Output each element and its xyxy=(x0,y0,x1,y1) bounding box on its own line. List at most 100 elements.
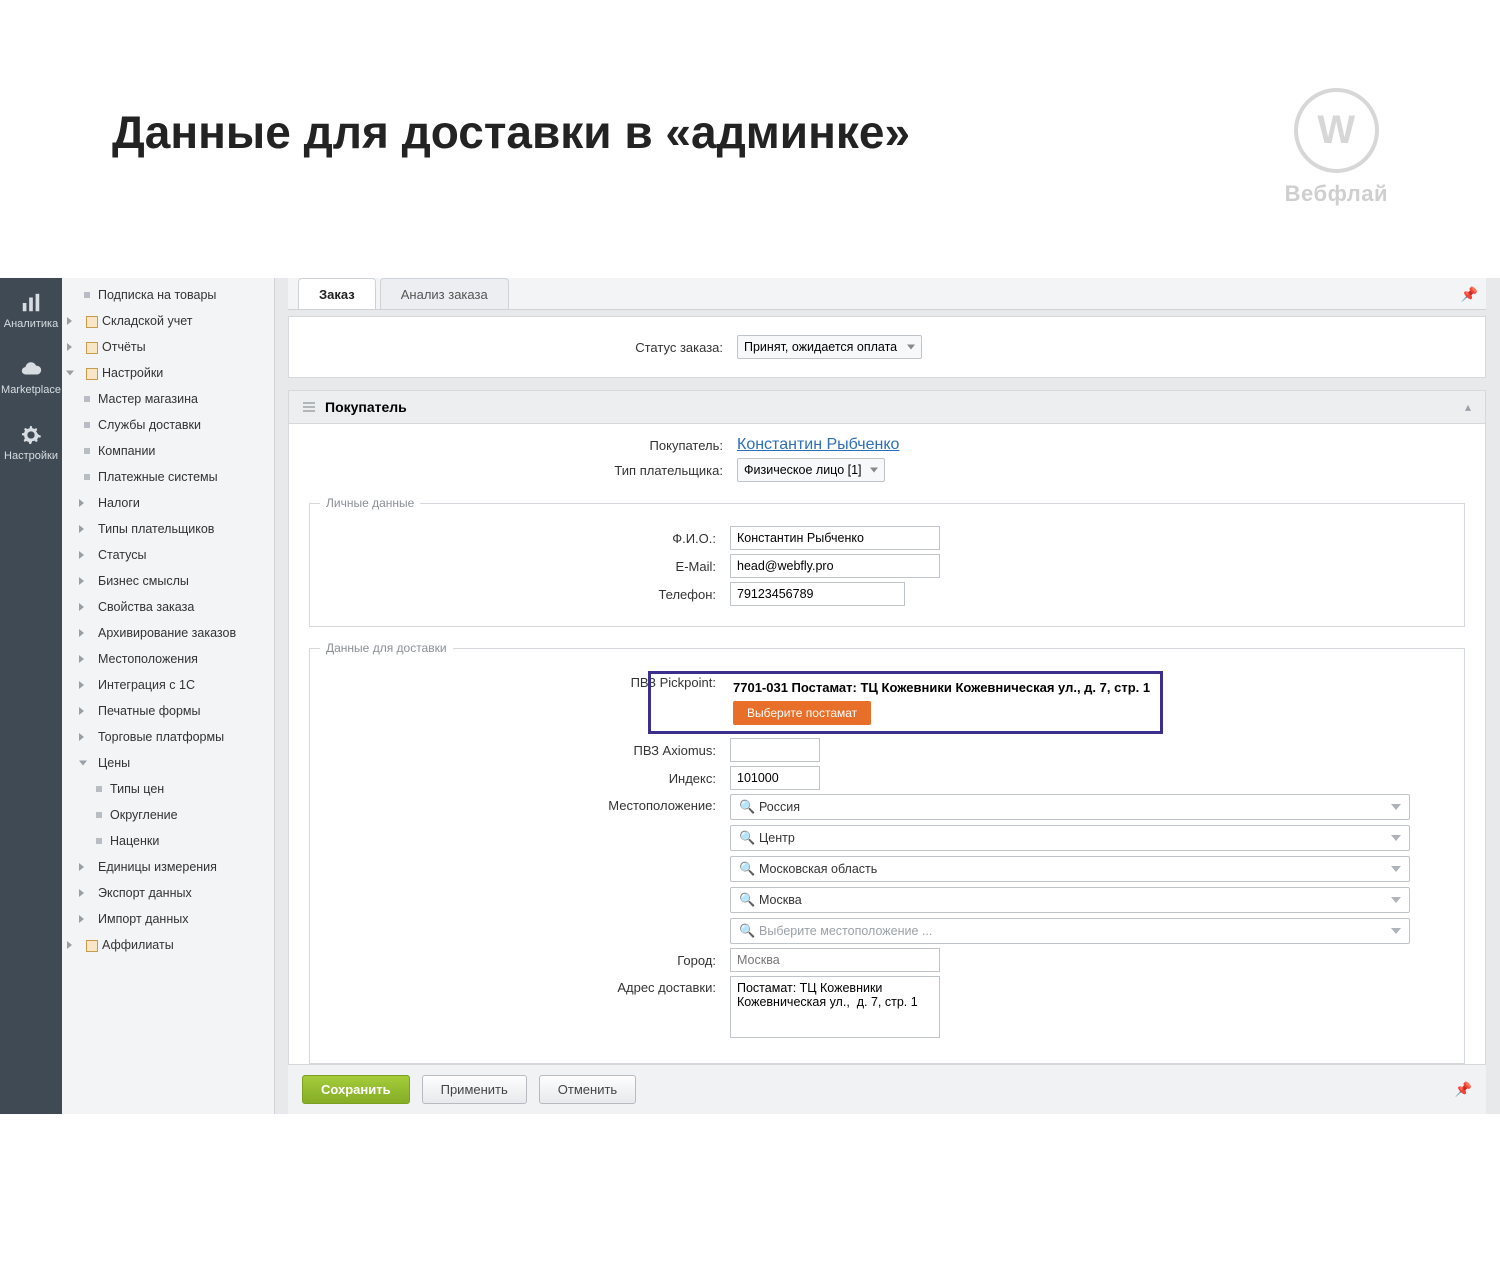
payer-type-label: Тип плательщика: xyxy=(309,463,737,478)
location-select-1[interactable]: 🔍Центр xyxy=(730,825,1410,851)
location-select-3[interactable]: 🔍Москва xyxy=(730,887,1410,913)
sidebar-label: Статусы xyxy=(98,548,147,562)
axiomus-input[interactable] xyxy=(730,738,820,762)
loc-text: Выберите местоположение ... xyxy=(759,924,932,938)
search-icon: 🔍 xyxy=(739,892,755,908)
sidebar-item-1c[interactable]: Интеграция с 1С xyxy=(62,672,274,698)
folder-icon xyxy=(86,368,98,380)
brand-name: Вебфлай xyxy=(1285,181,1388,207)
buyer-name-link[interactable]: Константин Рыбченко xyxy=(737,436,899,453)
fio-input[interactable] xyxy=(730,526,940,550)
sidebar-item-price-types[interactable]: Типы цен xyxy=(62,776,274,802)
sidebar-item-reports[interactable]: Отчёты xyxy=(62,334,274,360)
sidebar-label: Архивирование заказов xyxy=(98,626,236,640)
sidebar-label: Экспорт данных xyxy=(98,886,192,900)
location-label: Местоположение: xyxy=(320,794,730,813)
sidebar-item-payment-systems[interactable]: Платежные системы xyxy=(62,464,274,490)
email-label: E-Mail: xyxy=(320,559,730,574)
location-select-2[interactable]: 🔍Московская область xyxy=(730,856,1410,882)
rail-marketplace[interactable]: Marketplace xyxy=(0,344,62,410)
sidebar-item-subscription[interactable]: Подписка на товары xyxy=(62,282,274,308)
sidebar-item-wizard[interactable]: Мастер магазина xyxy=(62,386,274,412)
sidebar-item-order-props[interactable]: Свойства заказа xyxy=(62,594,274,620)
sidebar: Подписка на товары Складской учет Отчёты… xyxy=(62,278,275,1114)
index-label: Индекс: xyxy=(320,771,730,786)
sidebar-item-companies[interactable]: Компании xyxy=(62,438,274,464)
sidebar-item-delivery-services[interactable]: Службы доставки xyxy=(62,412,274,438)
sidebar-label: Импорт данных xyxy=(98,912,188,926)
apply-button[interactable]: Применить xyxy=(422,1075,527,1104)
sidebar-item-print-forms[interactable]: Печатные формы xyxy=(62,698,274,724)
payer-type-value: Физическое лицо [1] xyxy=(744,463,862,477)
folder-icon xyxy=(86,940,98,952)
sidebar-label: Службы доставки xyxy=(98,418,201,432)
logo-letter: W xyxy=(1317,108,1355,153)
sidebar-item-locations[interactable]: Местоположения xyxy=(62,646,274,672)
collapse-icon[interactable]: ▴ xyxy=(1465,400,1471,414)
pin-icon[interactable]: 📌 xyxy=(1461,286,1478,303)
sidebar-item-markup[interactable]: Наценки xyxy=(62,828,274,854)
city-input[interactable] xyxy=(730,948,940,972)
buyer-section-header[interactable]: Покупатель ▴ xyxy=(288,390,1486,423)
sidebar-item-rounding[interactable]: Округление xyxy=(62,802,274,828)
sidebar-item-taxes[interactable]: Налоги xyxy=(62,490,274,516)
sidebar-label: Цены xyxy=(98,756,130,770)
status-select[interactable]: Принят, ожидается оплата xyxy=(737,335,922,359)
folder-icon xyxy=(86,342,98,354)
phone-label: Телефон: xyxy=(320,587,730,602)
search-icon: 🔍 xyxy=(739,861,755,877)
gear-icon xyxy=(20,424,42,446)
choose-postamat-button[interactable]: Выберите постамат xyxy=(733,701,871,725)
bar-chart-icon xyxy=(20,292,42,314)
tab-order[interactable]: Заказ xyxy=(298,278,376,309)
sidebar-item-settings[interactable]: Настройки xyxy=(62,360,274,386)
pickpoint-highlight: 7701-031 Постамат: ТЦ Кожевники Кожевнич… xyxy=(648,671,1163,734)
status-label: Статус заказа: xyxy=(309,340,737,355)
slide-title: Данные для доставки в «админке» xyxy=(112,105,910,159)
rail-settings-label: Настройки xyxy=(4,450,58,462)
location-select-placeholder[interactable]: 🔍Выберите местоположение ... xyxy=(730,918,1410,944)
axiomus-label: ПВЗ Axiomus: xyxy=(320,743,730,758)
payer-type-select[interactable]: Физическое лицо [1] xyxy=(737,458,885,482)
pin-icon[interactable]: 📌 xyxy=(1455,1081,1472,1098)
sidebar-item-warehouse[interactable]: Складской учет xyxy=(62,308,274,334)
location-select-0[interactable]: 🔍Россия xyxy=(730,794,1410,820)
sidebar-label: Налоги xyxy=(98,496,140,510)
cancel-button[interactable]: Отменить xyxy=(539,1075,636,1104)
sidebar-label: Интеграция с 1С xyxy=(98,678,195,692)
sidebar-item-business-meanings[interactable]: Бизнес смыслы xyxy=(62,568,274,594)
sidebar-label: Платежные системы xyxy=(98,470,218,484)
sidebar-label: Компании xyxy=(98,444,155,458)
sidebar-item-import[interactable]: Импорт данных xyxy=(62,906,274,932)
sidebar-item-prices[interactable]: Цены xyxy=(62,750,274,776)
sidebar-item-platforms[interactable]: Торговые платформы xyxy=(62,724,274,750)
sidebar-label: Типы плательщиков xyxy=(98,522,214,536)
address-textarea[interactable] xyxy=(730,976,940,1038)
sidebar-item-affiliates[interactable]: Аффилиаты xyxy=(62,932,274,958)
email-input[interactable] xyxy=(730,554,940,578)
sidebar-label: Печатные формы xyxy=(98,704,201,718)
sidebar-item-statuses[interactable]: Статусы xyxy=(62,542,274,568)
drag-handle-icon xyxy=(303,402,315,412)
sidebar-tree: Подписка на товары Складской учет Отчёты… xyxy=(62,278,274,958)
sidebar-item-units[interactable]: Единицы измерения xyxy=(62,854,274,880)
index-input[interactable] xyxy=(730,766,820,790)
sidebar-item-export[interactable]: Экспорт данных xyxy=(62,880,274,906)
sidebar-item-payer-types[interactable]: Типы плательщиков xyxy=(62,516,274,542)
sidebar-label: Местоположения xyxy=(98,652,198,666)
search-icon: 🔍 xyxy=(739,830,755,846)
sidebar-label: Торговые платформы xyxy=(98,730,224,744)
save-button[interactable]: Сохранить xyxy=(302,1075,410,1104)
sidebar-label: Типы цен xyxy=(110,782,164,796)
admin-panel: Аналитика Marketplace Настройки Подписка… xyxy=(0,278,1500,1114)
phone-input[interactable] xyxy=(730,582,905,606)
tab-analysis[interactable]: Анализ заказа xyxy=(380,278,509,309)
rail-settings[interactable]: Настройки xyxy=(0,410,62,476)
sidebar-item-archive[interactable]: Архивирование заказов xyxy=(62,620,274,646)
sidebar-label: Аффилиаты xyxy=(102,938,174,952)
pickpoint-value: 7701-031 Постамат: ТЦ Кожевники Кожевнич… xyxy=(733,680,1150,695)
rail-analytics[interactable]: Аналитика xyxy=(0,278,62,344)
buyer-section-title: Покупатель xyxy=(325,399,407,415)
rail-marketplace-label: Marketplace xyxy=(1,384,61,396)
sidebar-label: Мастер магазина xyxy=(98,392,198,406)
